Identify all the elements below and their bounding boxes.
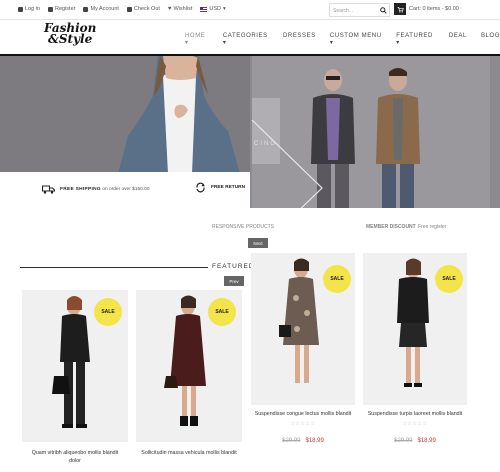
register-link[interactable]: Register (48, 6, 75, 12)
nav-dresses[interactable]: DRESSES (283, 33, 316, 46)
man-model-image-2 (376, 68, 420, 208)
free-shipping-info: FREE SHIPPING on order over $150.00 (42, 185, 150, 194)
product-name[interactable]: Suspendisse congue lectus mollis blandit (251, 411, 355, 417)
nav-deal[interactable]: DEAL (449, 33, 467, 46)
prev-button[interactable]: Prev (224, 276, 244, 286)
my-account-link[interactable]: My Account (83, 6, 119, 12)
slide-arrow-shape (251, 119, 323, 208)
free-return-info: FREE RETURN (195, 182, 245, 193)
chevron-down-icon: ▾ (223, 6, 226, 12)
product-name[interactable]: Suspendisse turpis laoreet mollis blandi… (363, 411, 467, 417)
old-price: $29.99 (282, 438, 301, 444)
ghost-text-3: Free register (418, 224, 447, 230)
cart-button[interactable]: Cart: 0 items - $0.00 (394, 3, 459, 15)
nav-featured[interactable]: FEATURED ▾ (396, 33, 435, 46)
rating-stars: ☆☆☆☆☆ (290, 421, 316, 427)
sale-badge: SALE (208, 298, 236, 326)
product-card[interactable]: SALE Suspendisse turpis laoreet mollis b… (363, 253, 467, 453)
old-price: $29.99 (394, 438, 413, 444)
product-name[interactable]: Sollicitudin massa vehicula mollis bland… (136, 450, 242, 456)
account-icon (83, 6, 89, 12)
rating-stars: ☆☆☆☆☆ (402, 421, 428, 427)
cart-icon (394, 3, 406, 15)
sale-badge: SALE (94, 298, 122, 326)
sale-badge: SALE (323, 265, 351, 293)
product-price: $29.99 $18.99 (363, 438, 467, 444)
product-name-extra: dolor (69, 458, 81, 464)
top-bar: Log in Register My Account Check Out ♥ Wi… (0, 0, 500, 20)
truck-icon (42, 185, 55, 194)
nav-custom-menu[interactable]: CUSTOM MENU ▾ (330, 33, 382, 46)
product-name[interactable]: Quam vitribh aliqueobo mollis blandit (22, 450, 128, 456)
return-icon (196, 182, 205, 193)
nav-categories[interactable]: CATEGORIES ▾ (223, 33, 269, 46)
search-icon (379, 6, 387, 14)
cart-summary: Cart: 0 items - $0.00 (409, 6, 459, 12)
sale-price: $18.99 (417, 438, 436, 444)
user-icon (48, 6, 53, 12)
us-flag-icon (200, 6, 208, 12)
nav-home[interactable]: HOME ▾ (185, 33, 209, 46)
next-button[interactable]: Next (248, 238, 268, 248)
checkout-link[interactable]: Check Out (126, 6, 160, 12)
main-nav: HOME ▾ CATEGORIES ▾ DRESSES CUSTOM MENU … (185, 33, 500, 46)
product-card[interactable]: SALE Suspendisse congue lectus mollis bl… (251, 253, 355, 453)
slide-caption: CING (254, 141, 277, 147)
nav-blog[interactable]: BLOG (481, 33, 500, 46)
product-card[interactable]: SALE Quam vitribh aliqueobo mollis bland… (22, 290, 128, 472)
site-logo[interactable]: Fashion &Style (44, 22, 96, 45)
sale-badge: SALE (435, 265, 463, 293)
ghost-text-1: RESPONSIVE PRODUCTS (212, 224, 274, 230)
product-card[interactable]: SALE Sollicitudin massa vehicula mollis … (136, 290, 242, 472)
woman-model-image (118, 56, 240, 174)
heart-icon: ♥ (167, 6, 172, 12)
lock-icon (18, 6, 23, 12)
ghost-text-2: MEMBER DISCOUNT (366, 224, 416, 230)
currency-select[interactable]: USD ▾ (200, 6, 226, 12)
check-icon (126, 6, 132, 12)
wishlist-link[interactable]: ♥ Wishlist (168, 6, 193, 12)
product-price: $29.99 $18.99 (251, 438, 355, 444)
login-link[interactable]: Log in (18, 6, 40, 12)
featured-divider (20, 267, 208, 268)
site-header: Fashion &Style HOME ▾ CATEGORIES ▾ DRESS… (0, 20, 500, 56)
sale-price: $18.99 (305, 438, 324, 444)
search-button[interactable] (376, 3, 390, 17)
